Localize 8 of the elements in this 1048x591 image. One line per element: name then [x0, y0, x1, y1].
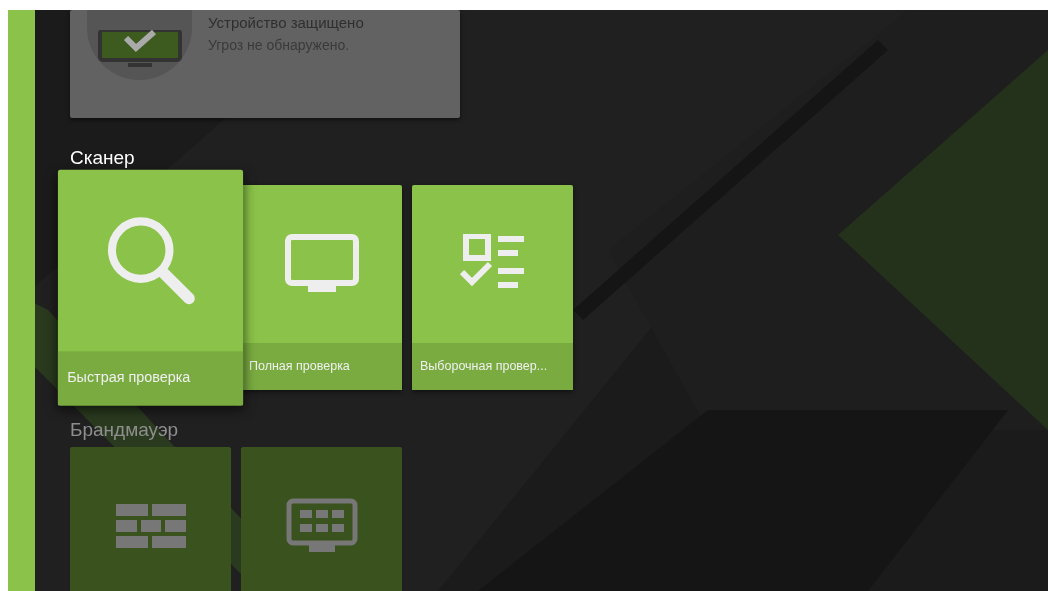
scan-tile[interactable]: Выборочная провер... — [412, 184, 573, 390]
monitor-icon — [284, 233, 359, 294]
section-title: Брандмауэр — [70, 419, 180, 441]
scan-tile[interactable]: Быстрая проверка — [57, 169, 244, 406]
monitor-check-icon — [97, 30, 182, 68]
section-title: Сканер — [70, 148, 136, 169]
brick-wall-icon — [115, 503, 186, 550]
scan-tile[interactable]: Полная проверка — [241, 184, 402, 390]
